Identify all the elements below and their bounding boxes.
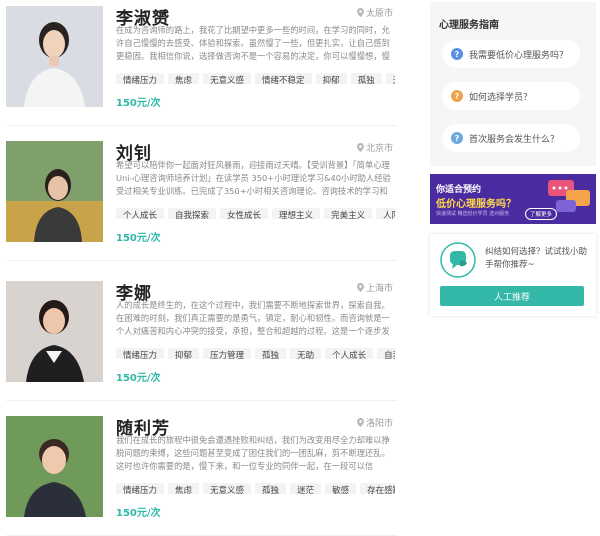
tag[interactable]: 情绪压力	[116, 348, 165, 359]
tag[interactable]: 自我	[377, 348, 395, 359]
price-label: 150元/次	[116, 98, 161, 109]
tag[interactable]: 无助	[290, 348, 322, 359]
tag-list: 情绪压力抑郁压力管理孤独无助个人成长自我	[116, 343, 395, 359]
tag[interactable]: 孤独	[255, 348, 287, 359]
tag[interactable]: 焦虑	[168, 73, 200, 84]
tag[interactable]: 个人成长	[325, 348, 374, 359]
guide-title: 心理服务指南	[439, 20, 499, 31]
tag-list: 情绪压力焦虑无意义感情绪不稳定抑郁孤独无	[116, 68, 395, 84]
counselor-photo[interactable]	[6, 416, 103, 517]
counselor-city: 北京市	[356, 141, 393, 154]
tag[interactable]: 焦虑	[168, 483, 200, 494]
faq-label: 如何选择学员？	[469, 92, 533, 103]
promo-banner[interactable]: 你适合预约 低价心理服务吗？ 快速测试 精选低价学员 选对服务 了解更多	[430, 174, 596, 224]
tag[interactable]: 个人成长	[116, 208, 165, 219]
faq-item[interactable]: ? 如何选择学员？	[442, 82, 580, 110]
manual-recommend-button[interactable]: 人工推荐	[440, 286, 584, 306]
tag[interactable]: 孤独	[255, 483, 287, 494]
tag[interactable]: 无意义感	[203, 73, 252, 84]
banner-line1: 你适合预约	[436, 185, 482, 195]
tag[interactable]: 孤独	[350, 73, 382, 84]
faq-item[interactable]: ? 首次服务会发生什么？	[442, 124, 580, 152]
counselor-photo[interactable]	[6, 281, 103, 382]
tag[interactable]: 无意义感	[203, 483, 252, 494]
learn-more-button[interactable]: 了解更多	[525, 208, 558, 220]
counselor-card[interactable]: 刘钊 北京市 希望可以陪伴你一起面对狂风暴雨，迎接雨过天晴。【受训背景】「简单心…	[0, 135, 405, 261]
tag[interactable]: 迷茫	[290, 483, 322, 494]
assistant-text: 纠结如何选择？试试找小助手帮你推荐~	[485, 247, 588, 270]
counselor-photo[interactable]	[6, 6, 103, 107]
tag[interactable]: 情绪压力	[116, 73, 165, 84]
faq-item[interactable]: ? 我需要低价心理服务吗？	[442, 40, 580, 68]
counselor-city: 洛阳市	[356, 416, 393, 429]
tag[interactable]: 自我探索	[168, 208, 217, 219]
banner-subtext: 快速测试 精选低价学员 选对服务	[436, 211, 510, 217]
counselor-card[interactable]: 李淑赟 太原市 在成为咨询师的路上，我花了比期望中更多一些的时间，在学习的同时，…	[0, 0, 405, 126]
tag-list: 情绪压力焦虑无意义感孤独迷茫敏感存在感缺	[116, 478, 395, 494]
counselor-bio: 人的成长是终生的，在这个过程中，我们需要不断地探索世界，探索自我。在困难的时刻，…	[116, 300, 390, 336]
city-label: 洛阳市	[365, 419, 393, 429]
tag[interactable]: 无	[385, 73, 395, 84]
tag[interactable]: 抑郁	[315, 73, 347, 84]
location-pin-icon	[356, 418, 364, 427]
question-icon: ?	[451, 48, 463, 60]
location-pin-icon	[356, 143, 364, 152]
assistant-icon	[440, 242, 476, 278]
tag[interactable]: 理想主义	[272, 208, 321, 219]
faq-label: 首次服务会发生什么？	[469, 134, 560, 145]
counselor-city: 上海市	[356, 281, 393, 294]
price-label: 150元/次	[116, 373, 161, 384]
tag[interactable]: 完美主义	[324, 208, 373, 219]
service-guide-panel: 心理服务指南 ? 我需要低价心理服务吗？ ? 如何选择学员？ ? 首次服务会发生…	[430, 2, 596, 166]
city-label: 太原市	[365, 9, 393, 19]
location-pin-icon	[356, 8, 364, 17]
tag[interactable]: 压力管理	[203, 348, 252, 359]
counselor-photo[interactable]	[6, 141, 103, 242]
question-icon: ?	[451, 90, 463, 102]
tag[interactable]: 情绪不稳定	[255, 73, 312, 84]
tag[interactable]: 敏感	[325, 483, 357, 494]
counselor-bio: 希望可以陪伴你一起面对狂风暴雨，迎接雨过天晴。【受训背景】「简单心理Uni-心理…	[116, 160, 391, 196]
banner-line2: 低价心理服务吗？	[436, 199, 516, 210]
tag[interactable]: 存在感缺	[360, 483, 395, 494]
price-label: 150元/次	[116, 508, 161, 519]
tag[interactable]: 人际	[376, 208, 395, 219]
tag[interactable]: 女性成长	[220, 208, 269, 219]
tag-list: 个人成长自我探索女性成长理想主义完美主义人际	[116, 203, 395, 219]
counselor-card[interactable]: 李娜 上海市 人的成长是终生的，在这个过程中，我们需要不断地探索世界，探索自我。…	[0, 275, 405, 401]
location-pin-icon	[356, 283, 364, 292]
tag[interactable]: 情绪压力	[116, 483, 165, 494]
assistant-panel: 纠结如何选择？试试找小助手帮你推荐~ 人工推荐	[430, 234, 596, 316]
counselor-bio: 在成为咨询师的路上，我花了比期望中更多一些的时间，在学习的同时，允许自己慢慢的去…	[116, 25, 390, 61]
price-label: 150元/次	[116, 233, 161, 244]
counselor-card[interactable]: 随利芳 洛阳市 我们在成长的旅程中很免会遭遇挫败和纠结，我们为改变用尽全力却难以…	[0, 410, 405, 536]
counselor-bio: 我们在成长的旅程中很免会遭遇挫败和纠结，我们为改变用尽全力却难以挣脱问题的束缚，…	[116, 435, 390, 471]
counselor-city: 太原市	[356, 6, 393, 19]
question-icon: ?	[451, 132, 463, 144]
city-label: 上海市	[365, 284, 393, 294]
faq-label: 我需要低价心理服务吗？	[469, 50, 569, 61]
tag[interactable]: 抑郁	[168, 348, 200, 359]
city-label: 北京市	[365, 144, 393, 154]
